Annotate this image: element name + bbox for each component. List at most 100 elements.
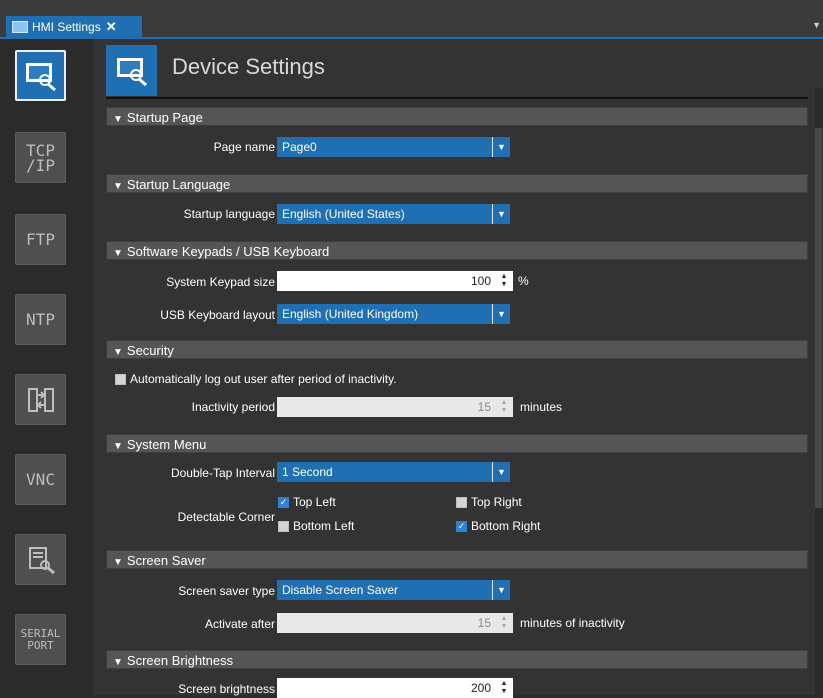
activate-after-unit: minutes of inactivity <box>520 616 625 630</box>
keypad-size-input[interactable]: 100 ▲ ▼ <box>277 271 513 291</box>
usb-layout-label: USB Keyboard layout <box>160 308 275 322</box>
nav-device-settings[interactable] <box>15 50 66 101</box>
collapse-triangle-icon: ▼ <box>113 557 123 568</box>
monitor-icon <box>12 21 28 33</box>
scrollbar-thumb[interactable] <box>815 128 822 508</box>
inactivity-unit: minutes <box>520 400 563 414</box>
nav-tcpip-label: TCP/IP <box>26 140 55 175</box>
section-title: System Menu <box>126 437 207 452</box>
page-title: Device Settings <box>172 54 325 79</box>
monitor-search-icon <box>25 62 56 91</box>
collapse-triangle-icon: ▼ <box>113 114 123 125</box>
nav-ftp-label: FTP <box>26 230 55 249</box>
left-nav: TCP/IP FTP NTP VNC SERIAL PORT <box>0 39 94 695</box>
chevron-down-icon[interactable]: ▼ <box>812 20 821 30</box>
spinner-icon[interactable]: ▲ ▼ <box>498 273 510 289</box>
activate-after-input[interactable]: 15 ▲ ▼ <box>277 613 513 633</box>
section-screen-saver[interactable]: ▼ Screen Saver <box>106 550 808 569</box>
collapse-triangle-icon: ▼ <box>113 347 123 358</box>
usb-layout-value: English (United Kingdom) <box>282 307 419 321</box>
collapse-triangle-icon: ▼ <box>113 248 123 259</box>
nav-tcpip[interactable]: TCP/IP <box>15 132 66 183</box>
page-name-value: Page0 <box>282 140 317 154</box>
brightness-input[interactable]: 200 ▲ ▼ <box>277 678 513 698</box>
brightness-label: Screen brightness <box>178 682 275 696</box>
top-right-label: Top Right <box>471 495 522 509</box>
auto-logout-label: Automatically log out user after period … <box>130 372 397 386</box>
page-name-label: Page name <box>213 140 275 154</box>
transfer-icon <box>27 387 54 412</box>
startup-language-dropdown[interactable]: English (United States) ▼ <box>277 204 510 224</box>
bottom-right-checkbox[interactable]: ✓ Bottom Right <box>456 519 540 533</box>
chevron-down-icon: ▼ <box>492 137 510 157</box>
saver-type-dropdown[interactable]: Disable Screen Saver ▼ <box>277 580 510 600</box>
section-title: Screen Brightness <box>126 653 234 668</box>
tab-hmi-settings[interactable]: HMI Settings ✕ <box>6 16 142 38</box>
nav-transfer[interactable] <box>15 374 66 425</box>
check-icon: ✓ <box>456 520 467 532</box>
section-title: Startup Language <box>126 177 231 192</box>
saver-type-value: Disable Screen Saver <box>282 583 399 597</box>
auto-logout-checkbox[interactable]: Automatically log out user after period … <box>115 372 397 386</box>
checkbox-box <box>115 373 126 385</box>
spinner-icon[interactable]: ▲ ▼ <box>498 399 510 415</box>
keypad-size-label: System Keypad size <box>166 275 275 289</box>
keypad-size-value: 100 <box>470 274 491 288</box>
page-name-dropdown[interactable]: Page0 ▼ <box>277 137 510 157</box>
bottom-left-checkbox[interactable]: Bottom Left <box>278 519 354 533</box>
activate-after-value: 15 <box>477 616 491 630</box>
panel-header: Device Settings <box>106 45 808 99</box>
vertical-scrollbar[interactable] <box>815 88 823 695</box>
inactivity-input[interactable]: 15 ▲ ▼ <box>277 397 513 417</box>
double-tap-dropdown[interactable]: 1 Second ▼ <box>277 462 510 482</box>
spinner-icon[interactable]: ▲ ▼ <box>498 615 510 631</box>
bottom-right-label: Bottom Right <box>471 519 541 533</box>
section-startup-page[interactable]: ▼ Startup Page <box>106 107 808 126</box>
top-right-checkbox[interactable]: Top Right <box>456 495 522 509</box>
nav-vnc[interactable]: VNC <box>15 454 66 505</box>
inactivity-label: Inactivity period <box>191 400 275 414</box>
brightness-value: 200 <box>470 681 491 695</box>
section-system-menu[interactable]: ▼ System Menu <box>106 434 808 453</box>
diagnostics-icon <box>28 546 55 574</box>
check-icon: ✓ <box>278 496 289 508</box>
section-security[interactable]: ▼ Security <box>106 340 808 359</box>
inactivity-value: 15 <box>477 400 491 414</box>
startup-language-label: Startup language <box>183 207 275 221</box>
section-title: Software Keypads / USB Keyboard <box>126 244 330 259</box>
nav-diagnostics[interactable] <box>15 534 66 585</box>
checkbox-box <box>278 520 289 532</box>
collapse-triangle-icon: ▼ <box>113 657 123 668</box>
section-brightness[interactable]: ▼ Screen Brightness <box>106 650 808 669</box>
tab-bar: HMI Settings ✕ ▼ <box>0 0 823 38</box>
nav-ntp[interactable]: NTP <box>15 294 66 345</box>
activate-after-label: Activate after <box>204 617 275 631</box>
checkbox-box <box>456 496 467 508</box>
bottom-left-label: Bottom Left <box>293 519 355 533</box>
detectable-corner-label: Detectable Corner <box>177 510 275 524</box>
double-tap-label: Double-Tap Interval <box>170 466 275 480</box>
nav-serial-port[interactable]: SERIAL PORT <box>15 614 66 665</box>
close-icon[interactable]: ✕ <box>106 19 117 35</box>
chevron-down-icon: ▼ <box>492 580 510 600</box>
usb-layout-dropdown[interactable]: English (United Kingdom) ▼ <box>277 304 510 324</box>
nav-serial-port-label: SERIAL PORT <box>20 626 61 652</box>
startup-language-value: English (United States) <box>282 207 405 221</box>
keypad-size-unit: % <box>518 274 529 288</box>
tab-title: HMI Settings <box>32 20 101 34</box>
chevron-down-icon: ▼ <box>492 462 510 482</box>
section-startup-language[interactable]: ▼ Startup Language <box>106 174 808 193</box>
chevron-down-icon: ▼ <box>492 204 510 224</box>
top-left-checkbox[interactable]: ✓ Top Left <box>278 495 336 509</box>
nav-ntp-label: NTP <box>26 310 55 329</box>
monitor-search-icon <box>106 45 157 96</box>
chevron-down-icon: ▼ <box>492 304 510 324</box>
nav-ftp[interactable]: FTP <box>15 214 66 265</box>
saver-type-label: Screen saver type <box>178 584 275 598</box>
section-keypads[interactable]: ▼ Software Keypads / USB Keyboard <box>106 241 808 260</box>
nav-vnc-label: VNC <box>26 470 55 489</box>
collapse-triangle-icon: ▼ <box>113 441 123 452</box>
top-left-label: Top Left <box>293 495 336 509</box>
spinner-icon[interactable]: ▲ ▼ <box>498 680 510 696</box>
device-settings-panel: Device Settings ▼ Startup Page Page name … <box>94 39 823 698</box>
